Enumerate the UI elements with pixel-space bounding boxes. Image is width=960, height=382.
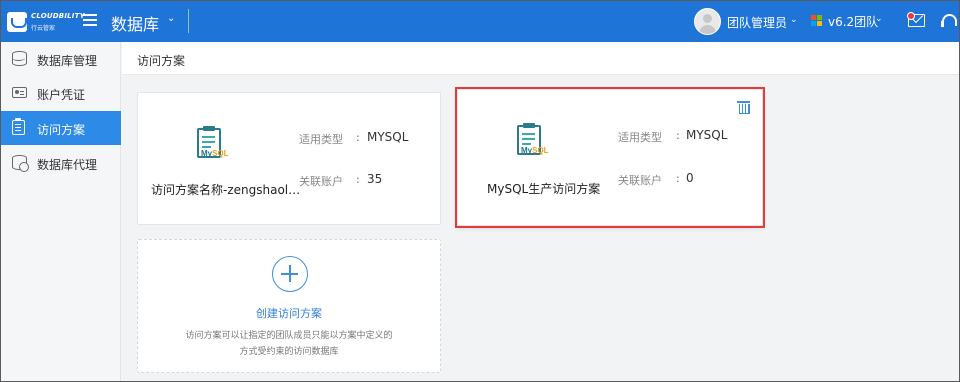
windows-logo-icon [811, 15, 823, 27]
accounts-value: 35 [367, 172, 383, 186]
sidebar-item-label: 数据库管理 [37, 54, 98, 68]
type-value: MYSQL [367, 130, 409, 144]
sidebar-item-label: 账户凭证 [37, 88, 86, 102]
create-plan-description: 方式受约束的访问数据库 [239, 347, 339, 357]
sidebar-item-access-plans[interactable]: 访问方案 [1, 111, 121, 145]
create-plan-description: 访问方案可以让指定的团队成员只能以方案中定义的 [185, 331, 393, 341]
brand-subtitle: 行云管家 [31, 25, 56, 32]
sidebar: 数据库管理 账户凭证 访问方案 数据库代理 [1, 42, 121, 381]
cloud-logo-icon [7, 12, 27, 32]
user-name: 团队管理员 [727, 16, 788, 30]
sidebar-item-label: 数据库代理 [37, 158, 98, 172]
type-label: 适用类型 [299, 133, 343, 146]
breadcrumb: 访问方案 [122, 42, 959, 75]
top-navbar: CLOUDBILITY 行云管家 数据库 ⌄ 团队管理员 ⌄ v6.2团队 ⌄ [1, 1, 959, 42]
trash-icon[interactable] [737, 101, 750, 114]
sidebar-item-database-management[interactable]: 数据库管理 [1, 42, 121, 76]
create-plan-card[interactable]: 创建访问方案 访问方案可以让指定的团队成员只能以方案中定义的 方式受约束的访问数… [137, 239, 441, 373]
divider [188, 9, 189, 33]
clipboard-icon [12, 118, 25, 135]
chevron-down-icon: ⌄ [790, 15, 798, 25]
app-window: CLOUDBILITY 行云管家 数据库 ⌄ 团队管理员 ⌄ v6.2团队 ⌄ [0, 0, 960, 382]
plan-card[interactable]: MySQL 访问方案名称-zengshaol… 适用类型 : MYSQL 关联账… [137, 92, 441, 225]
headset-icon[interactable] [941, 13, 959, 29]
brand-logo[interactable]: CLOUDBILITY 行云管家 [7, 11, 85, 33]
sidebar-item-account-credentials[interactable]: 账户凭证 [1, 76, 121, 110]
team-name: v6.2团队 [828, 15, 879, 29]
brand-name: CLOUDBILITY [31, 12, 85, 20]
page-title: 访问方案 [137, 54, 186, 68]
database-icon [12, 51, 27, 66]
sidebar-item-database-proxy[interactable]: 数据库代理 [1, 146, 121, 180]
create-plan-link[interactable]: 创建访问方案 [138, 305, 440, 321]
notification-badge [907, 12, 915, 20]
separator: : [356, 131, 360, 144]
menu-toggle-icon[interactable] [83, 14, 97, 26]
selection-highlight [455, 87, 765, 228]
database-proxy-icon [12, 155, 29, 172]
separator: : [356, 173, 360, 186]
avatar [694, 8, 721, 35]
id-card-icon [12, 87, 27, 98]
sidebar-item-label: 访问方案 [37, 123, 86, 137]
accounts-label: 关联账户 [299, 175, 343, 188]
plan-name: 访问方案名称-zengshaol… [151, 183, 301, 197]
app-title[interactable]: 数据库 [111, 11, 159, 35]
mysql-plan-icon: MySQL [197, 126, 229, 162]
chevron-down-icon[interactable]: ⌄ [167, 13, 175, 24]
plus-circle-icon[interactable] [272, 256, 308, 292]
chevron-down-icon: ⌄ [875, 14, 883, 24]
